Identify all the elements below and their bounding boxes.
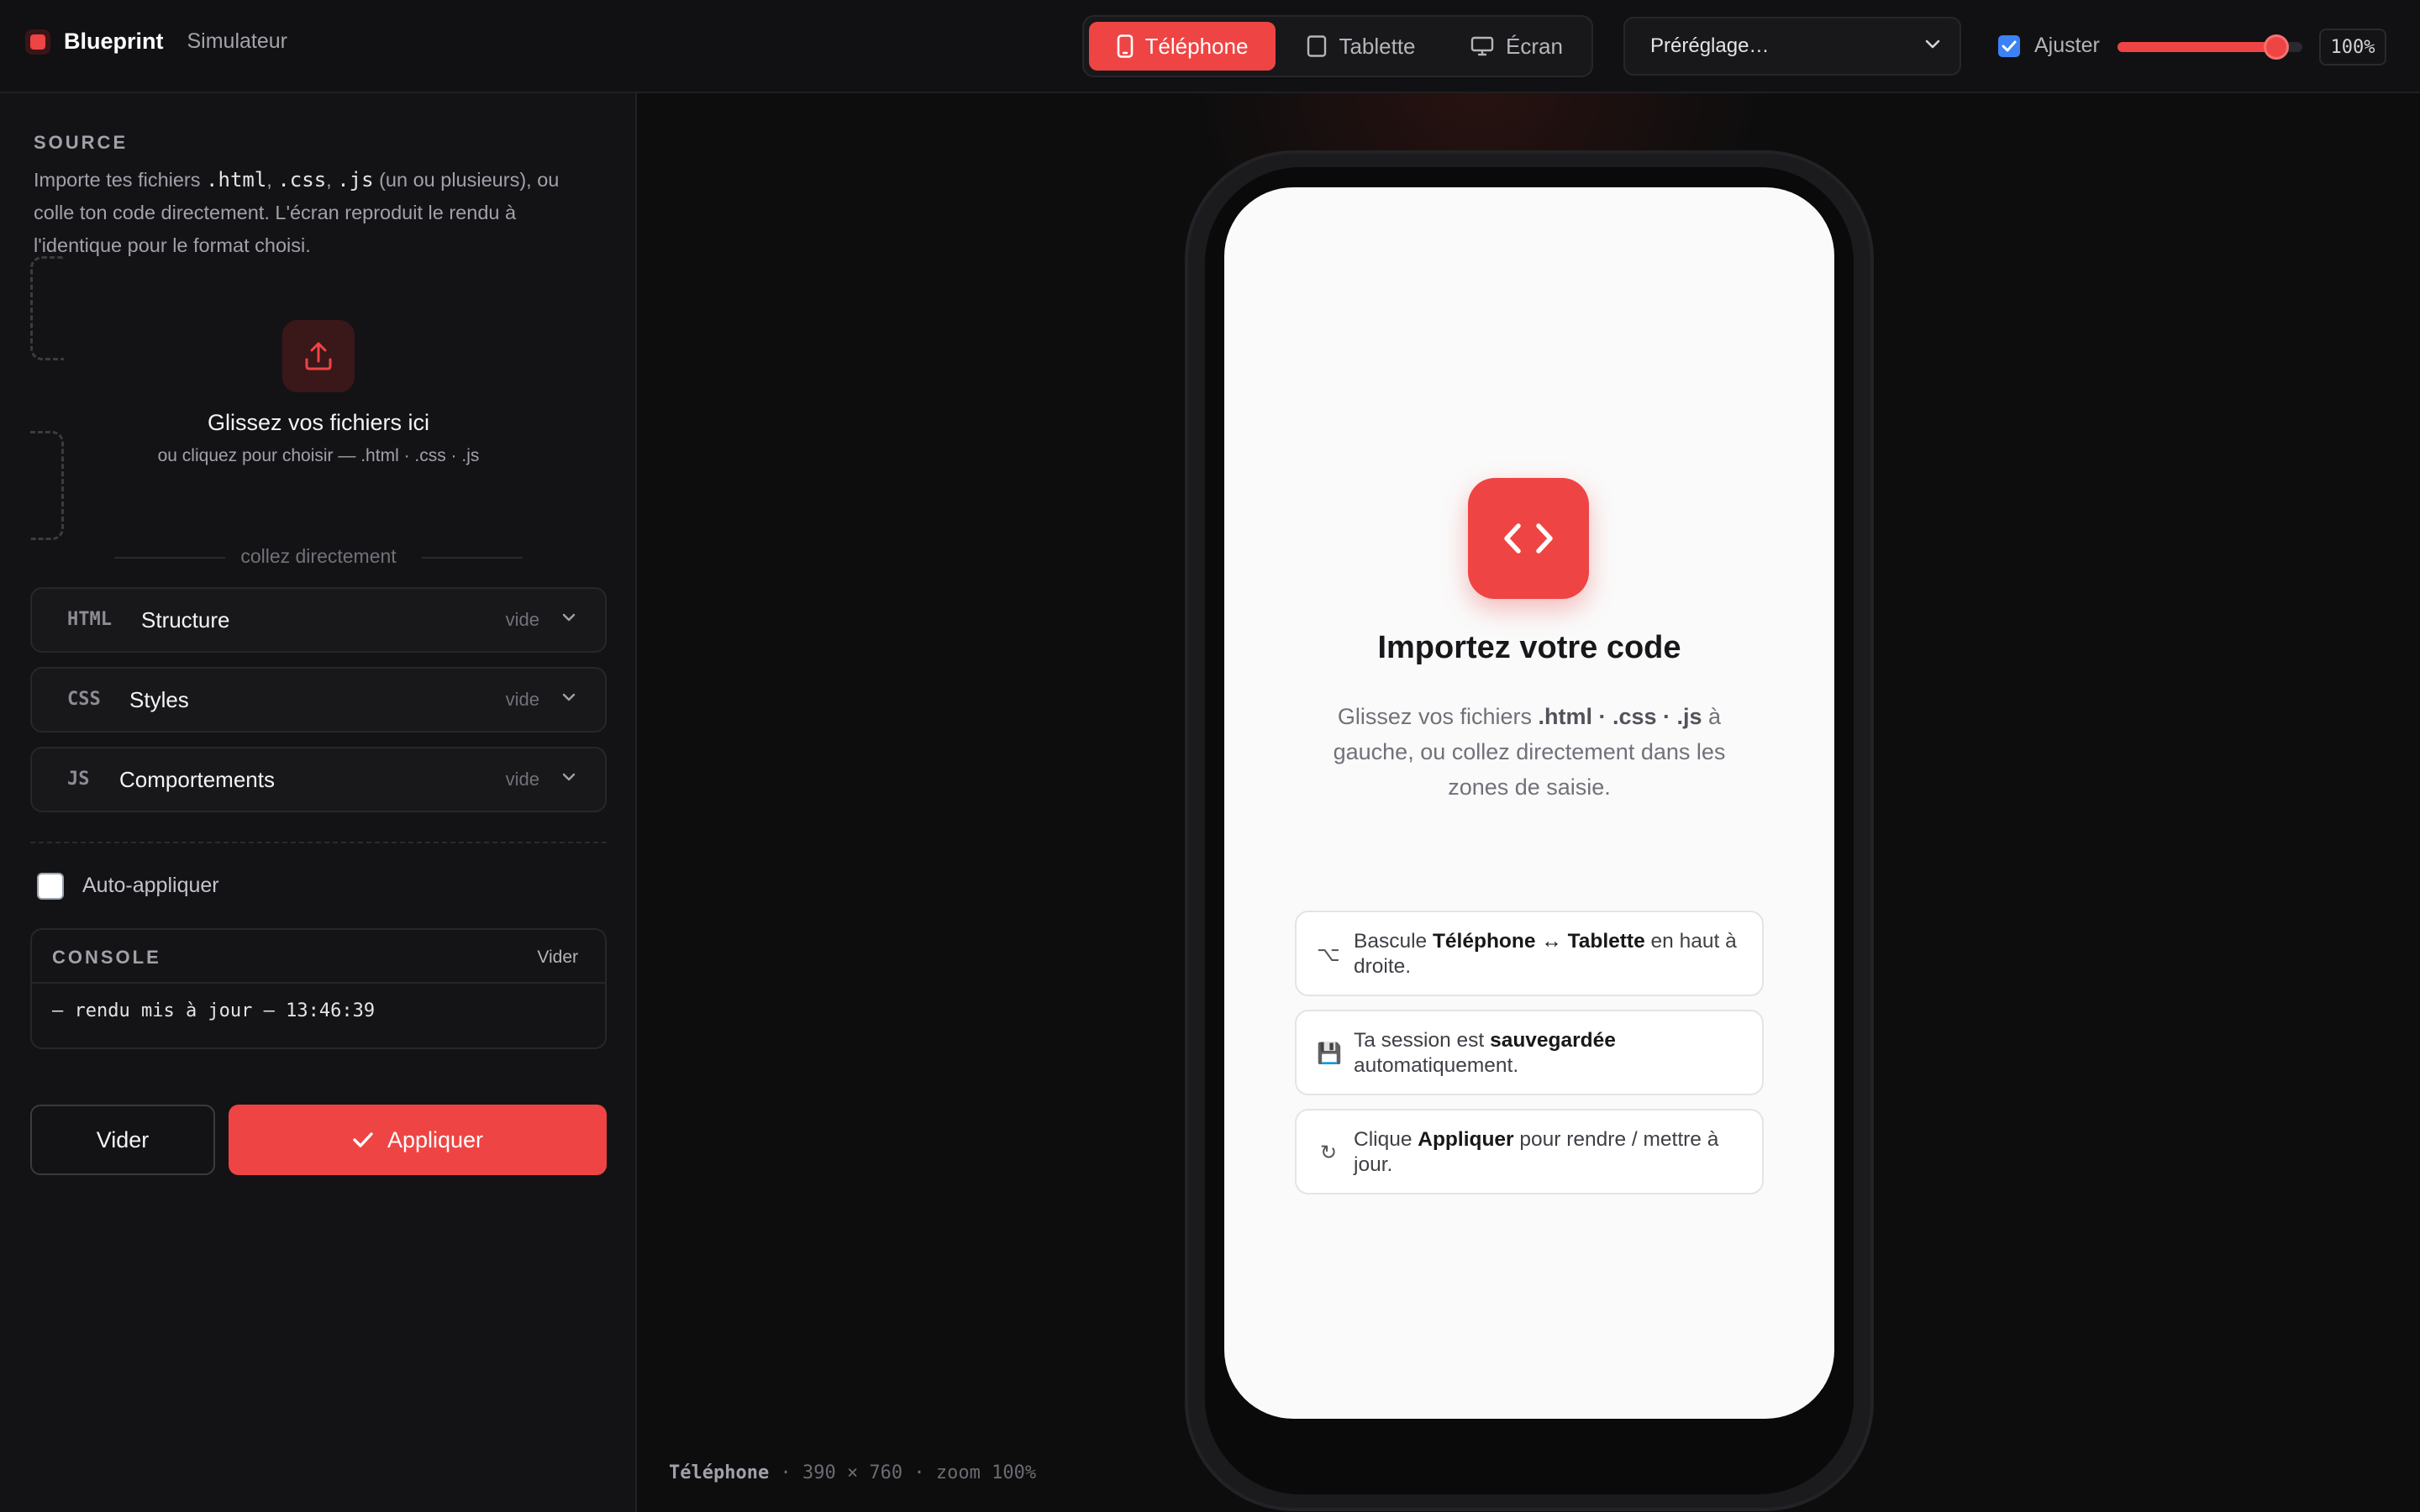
console-log-line: — rendu mis à jour — 13:46:39 [52, 1000, 376, 1021]
check-icon [2002, 40, 2017, 52]
zoom-readout: 100% [2319, 29, 2386, 66]
apply-button[interactable]: Appliquer [229, 1105, 607, 1175]
device-tablet-label: Tablette [1339, 33, 1416, 59]
device-switcher: Téléphone Tablette Écran [1082, 15, 1593, 77]
brand-logo-icon [25, 29, 50, 55]
dropzone-border [30, 256, 64, 360]
tip-text: Ta session est sauvegardée automatiqueme… [1354, 1028, 1749, 1079]
chevron-down-icon [562, 773, 576, 781]
apply-label: Appliquer [387, 1126, 484, 1152]
status-bar: Téléphone · 390 × 760 · zoom 100% [669, 1462, 1036, 1483]
zoom-slider-handle[interactable] [2264, 34, 2290, 60]
brand-subtitle: Simulateur [187, 29, 288, 53]
dropzone-subtitle: ou cliquez pour choisir — .html · .css ·… [157, 446, 480, 465]
source-description: Importe tes fichiers .html, .css, .js (u… [34, 164, 605, 262]
tip-text-part: automatiquement. [1354, 1054, 1519, 1077]
ext-html: .html [206, 168, 267, 192]
source-desc-sep: , [326, 169, 338, 191]
phone-frame: Importez votre code Glissez vos fichiers… [1185, 150, 1874, 1511]
tip-card: 💾 Ta session est sauvegardée automatique… [1295, 1010, 1764, 1095]
css-editor-name: Styles [129, 687, 189, 712]
console-title: CONSOLE [52, 947, 161, 968]
code-icon [1468, 478, 1589, 599]
source-title: SOURCE [34, 132, 129, 153]
preview-title: Importez votre code [1377, 630, 1681, 665]
option-key-icon: ⌥ [1317, 943, 1340, 966]
tip-text-bold: Appliquer [1418, 1128, 1514, 1151]
js-editor-toggle[interactable]: JS Comportements vide [30, 747, 607, 812]
console: CONSOLE Vider — rendu mis à jour — 13:46… [30, 928, 607, 1049]
css-editor-state: vide [505, 689, 539, 710]
monitor-icon [1470, 36, 1494, 56]
css-editor-toggle[interactable]: CSS Styles vide [30, 667, 607, 732]
html-editor-name: Structure [141, 607, 230, 633]
tip-text-bold: sauvegardée [1490, 1029, 1616, 1052]
upload-icon[interactable] [282, 320, 355, 392]
console-header: CONSOLE Vider [32, 930, 605, 984]
fit-checkbox[interactable] [1998, 35, 2020, 57]
auto-apply-label: Auto-appliquer [82, 874, 219, 897]
tip-text-bold: Téléphone ↔ Tablette [1432, 930, 1645, 953]
paste-label: collez directement [240, 545, 397, 567]
css-tag: CSS [67, 689, 101, 710]
zoom-slider[interactable] [2118, 34, 2302, 60]
chevron-down-icon [562, 613, 576, 622]
tip-text: Bascule Téléphone ↔ Tablette en haut à d… [1354, 929, 1749, 979]
preset-select[interactable]: Préréglage… [1623, 17, 1961, 76]
tip-text: Clique Appliquer pour rendre / mettre à … [1354, 1127, 1749, 1178]
js-editor-state: vide [505, 769, 539, 790]
console-clear-button[interactable]: Vider [537, 948, 578, 968]
device-phone-label: Téléphone [1144, 33, 1249, 59]
status-device: Téléphone [669, 1462, 770, 1483]
chevron-down-icon [1925, 39, 1940, 49]
js-editor-name: Comportements [119, 767, 275, 792]
status-dims: · 390 × 760 · zoom 100% [780, 1462, 1037, 1483]
source-desc-sep: , [266, 169, 278, 191]
preset-value: Préréglage… [1650, 34, 1770, 57]
js-tag: JS [67, 769, 90, 790]
device-screen-button[interactable]: Écran [1445, 22, 1588, 71]
auto-apply-checkbox[interactable] [37, 873, 64, 900]
preview-stage: Importez votre code Glissez vos fichiers… [639, 93, 2420, 1512]
preview-desc-ext: .html · .css · .js [1538, 704, 1702, 729]
tip-text-part: Ta session est [1354, 1029, 1491, 1052]
tip-card: ⌥ Bascule Téléphone ↔ Tablette en haut à… [1295, 911, 1764, 996]
source-desc-text: Importe tes fichiers [34, 169, 207, 191]
clear-button[interactable]: Vider [30, 1105, 215, 1175]
fit-label: Ajuster [2034, 34, 2100, 57]
device-screen-label: Écran [1506, 33, 1563, 59]
html-editor-state: vide [505, 609, 539, 630]
brand: Blueprint Simulateur [25, 29, 287, 55]
check-icon [353, 1132, 373, 1147]
preview-desc-text: Glissez vos fichiers [1337, 704, 1539, 729]
divider [30, 842, 607, 843]
dropzone-title[interactable]: Glissez vos fichiers ici [0, 410, 637, 436]
phone-screen[interactable]: Importez votre code Glissez vos fichiers… [1224, 187, 1834, 1419]
chevron-down-icon [562, 693, 576, 701]
tablet-icon [1307, 35, 1327, 57]
device-tablet-button[interactable]: Tablette [1287, 22, 1435, 71]
preview-description: Glissez vos fichiers .html · .css · .js … [1304, 699, 1754, 805]
html-editor-toggle[interactable]: HTML Structure vide [30, 587, 607, 653]
refresh-icon: ↻ [1319, 1142, 1338, 1164]
ext-css: .css [277, 168, 327, 192]
html-tag: HTML [67, 609, 112, 630]
device-phone-button[interactable]: Téléphone [1089, 22, 1276, 71]
phone-icon [1117, 34, 1133, 58]
ext-js: .js [337, 168, 374, 192]
tip-text-part: Bascule [1354, 930, 1433, 953]
tip-text-part: Clique [1354, 1128, 1418, 1151]
floppy-disk-icon: 💾 [1317, 1042, 1342, 1065]
zoom-slider-fill [2118, 42, 2277, 52]
brand-name: Blueprint [64, 29, 164, 54]
tip-card: ↻ Clique Appliquer pour rendre / mettre … [1295, 1109, 1764, 1194]
source-panel: SOURCE Importe tes fichiers .html, .css,… [0, 93, 637, 1512]
top-bar: Blueprint Simulateur Téléphone Tablette … [0, 0, 2420, 93]
phone-bezel: Importez votre code Glissez vos fichiers… [1205, 167, 1854, 1494]
